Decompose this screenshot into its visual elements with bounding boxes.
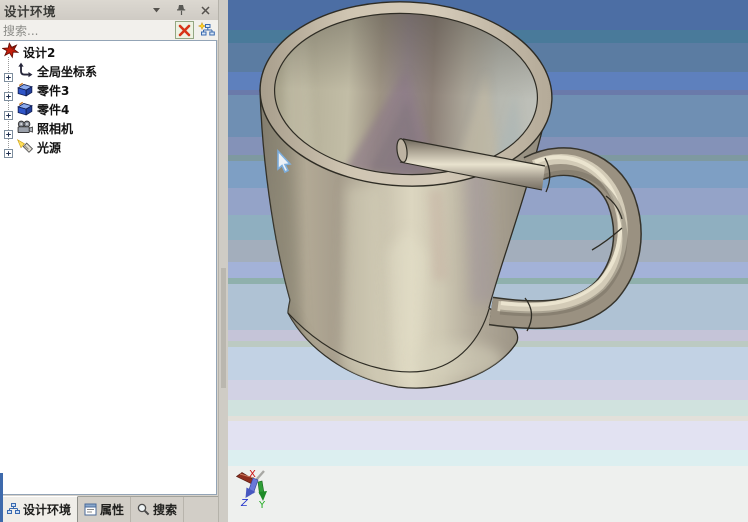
clear-search-button[interactable] bbox=[175, 21, 194, 39]
window-edge-accent bbox=[0, 473, 3, 522]
panel-header: 设计环境 bbox=[0, 0, 218, 20]
tab-search[interactable]: 搜索 bbox=[131, 497, 185, 522]
tree-item-label: 设计2 bbox=[23, 46, 56, 60]
pin-icon[interactable] bbox=[174, 3, 188, 17]
axis-triad: X Z Y bbox=[235, 469, 267, 511]
search-input[interactable]: 搜索... bbox=[0, 22, 175, 39]
part-icon bbox=[17, 100, 33, 120]
light-source-icon bbox=[16, 138, 34, 158]
panel-title: 设计环境 bbox=[4, 3, 57, 19]
design-root-icon bbox=[1, 42, 20, 63]
hierarchy-star-icon bbox=[198, 21, 215, 35]
axis-z-label: Z bbox=[240, 498, 249, 509]
properties-sheet-icon bbox=[84, 503, 97, 516]
panel-splitter[interactable] bbox=[218, 0, 228, 522]
tree-item-label: 全局坐标系 bbox=[37, 65, 98, 79]
tree-item-label: 光源 bbox=[37, 141, 62, 155]
hierarchy-tree-icon bbox=[7, 503, 20, 514]
tab-label: 设计环境 bbox=[23, 503, 72, 517]
splitter-thumb[interactable] bbox=[221, 268, 226, 388]
tab-label: 搜索 bbox=[153, 503, 178, 517]
part-icon bbox=[17, 81, 33, 101]
advanced-search-button[interactable] bbox=[197, 21, 216, 39]
tree-item-label: 照相机 bbox=[37, 122, 74, 136]
axis-y-label: Y bbox=[258, 500, 266, 511]
tree-item-label: 零件3 bbox=[37, 84, 70, 98]
chevron-down-icon[interactable] bbox=[150, 3, 164, 17]
tree-item-camera[interactable]: 照相机 bbox=[0, 119, 74, 139]
tree-item-light[interactable]: 光源 bbox=[0, 138, 62, 158]
red-x-icon bbox=[178, 24, 191, 36]
tree-item-part3[interactable]: 零件3 bbox=[0, 81, 70, 101]
panel-tab-bar: 设计环境 属性 搜索 bbox=[0, 496, 218, 522]
tab-properties[interactable]: 属性 bbox=[78, 497, 132, 522]
tree-item-global-csys[interactable]: 全局坐标系 bbox=[0, 62, 98, 82]
tree-item-design2[interactable]: 设计2 bbox=[1, 42, 56, 63]
tree-item-part4[interactable]: 零件4 bbox=[0, 100, 70, 120]
close-icon[interactable] bbox=[198, 3, 212, 17]
search-bar: 搜索... bbox=[0, 20, 218, 40]
design-environment-panel: 设计环境 搜索... 设计2 全局坐标系 零件3 零件4 照相机 光源 设计环境… bbox=[0, 0, 218, 522]
expand-plus-icon[interactable] bbox=[4, 143, 13, 162]
magnifier-icon bbox=[137, 503, 150, 516]
mug-model: X Z Y bbox=[235, 1, 642, 511]
axis-x-label: X bbox=[249, 469, 256, 480]
tree-item-label: 零件4 bbox=[37, 103, 70, 117]
coordinate-system-icon bbox=[17, 62, 33, 82]
model-tree: 设计2 全局坐标系 零件3 零件4 照相机 光源 bbox=[0, 40, 217, 495]
3d-viewport[interactable]: X Z Y bbox=[228, 0, 748, 522]
tab-label: 属性 bbox=[100, 503, 125, 517]
tab-design-environment[interactable]: 设计环境 bbox=[0, 496, 79, 522]
camera-icon bbox=[17, 119, 33, 139]
